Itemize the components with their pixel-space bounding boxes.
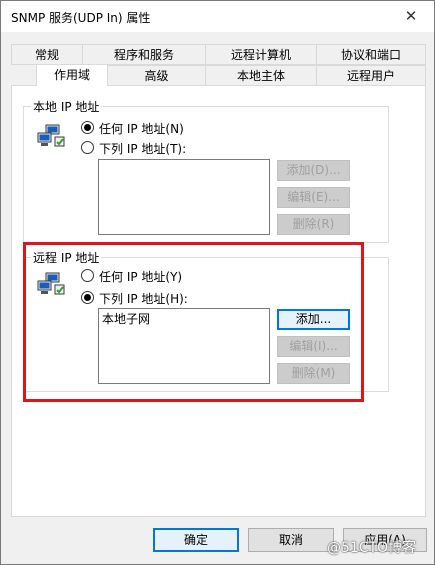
remote-any-ip-radio[interactable] [81,269,94,282]
local-edit-button[interactable]: 编辑(E)... [277,187,350,208]
tab-remote-computers[interactable]: 远程计算机 [205,44,317,65]
remote-edit-button[interactable]: 编辑(I)... [277,336,350,357]
local-any-ip-label: 任何 IP 地址(N) [99,122,184,136]
ok-button[interactable]: 确定 [153,528,239,552]
close-icon[interactable]: ✕ [388,1,434,32]
watermark: @51CTO博客 [327,540,417,556]
tab-programs-services[interactable]: 程序和服务 [82,44,206,65]
local-listed-ip-radio[interactable] [81,141,94,154]
tab-remote-users[interactable]: 远程用户 [316,65,426,86]
remote-remove-button[interactable]: 删除(M) [277,363,350,384]
cancel-button[interactable]: 取消 [248,528,334,552]
local-add-button[interactable]: 添加(D)... [277,160,350,181]
local-any-ip-radio[interactable] [81,121,94,134]
tab-advanced[interactable]: 高级 [107,65,206,86]
tab-general[interactable]: 常规 [11,44,83,65]
remote-any-ip-label: 任何 IP 地址(Y) [99,270,183,284]
remote-listed-ip-label: 下列 IP 地址(H): [99,292,188,306]
local-ip-list[interactable] [98,159,270,235]
tab-protocols-ports[interactable]: 协议和端口 [316,44,426,65]
remote-ip-list[interactable]: 本地子网 [98,308,270,384]
local-ip-legend: 本地 IP 地址 [31,98,102,115]
remote-listed-ip-radio[interactable] [81,291,94,304]
properties-dialog: SNMP 服务(UDP In) 属性 ✕ 常规 程序和服务 远程计算机 协议和端… [0,0,435,565]
scope-panel: 本地 IP 地址 任何 IP 地址(N) 下列 IP 地址(T): 添加(D).… [11,85,426,517]
tab-scope[interactable]: 作用域 [36,64,108,86]
network-computers-icon [37,124,65,147]
network-computers-icon [37,272,65,295]
list-item[interactable]: 本地子网 [102,310,150,327]
window-title: SNMP 服务(UDP In) 属性 [11,11,151,25]
tab-local-principals[interactable]: 本地主体 [205,65,317,86]
remote-add-button[interactable]: 添加... [277,309,350,330]
local-listed-ip-label: 下列 IP 地址(T): [99,142,187,156]
remote-ip-legend: 远程 IP 地址 [31,249,102,266]
local-remove-button[interactable]: 删除(R) [277,214,350,235]
title-bar: SNMP 服务(UDP In) 属性 ✕ [1,1,434,32]
